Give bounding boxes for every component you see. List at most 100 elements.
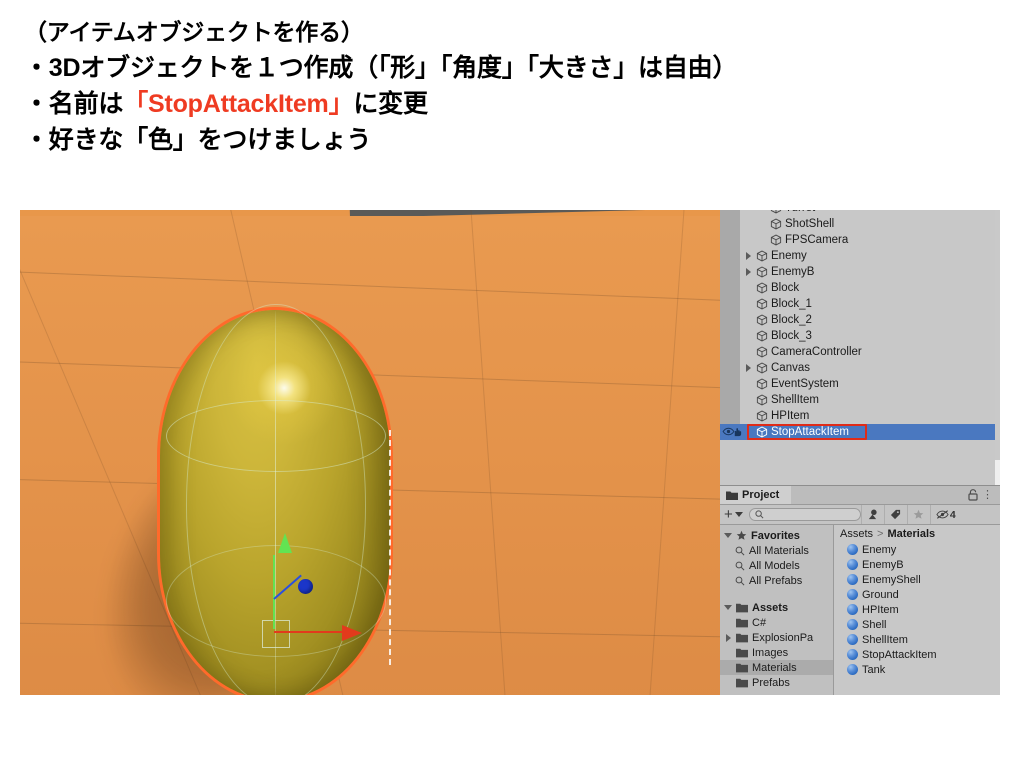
asset-item-label: EnemyShell [862, 573, 921, 586]
hierarchy-item-block_1[interactable]: Block_1 [720, 296, 1000, 312]
scene-view[interactable] [20, 210, 720, 695]
hierarchy-item-label: EventSystem [771, 378, 839, 390]
hierarchy-visibility-gutter [720, 408, 740, 424]
asset-item-hpitem[interactable]: HPItem [834, 602, 1000, 617]
chevron-down-icon[interactable] [734, 512, 743, 517]
disclosure-triangle-icon[interactable] [726, 633, 731, 642]
hierarchy-item-eventsystem[interactable]: EventSystem [720, 376, 1000, 392]
kebab-menu-icon[interactable]: ⋮ [982, 489, 993, 501]
hierarchy-item-stopattackitem[interactable]: StopAttackItem [720, 424, 1000, 440]
hierarchy-visibility-gutter [720, 392, 740, 408]
hierarchy-visibility-gutter [720, 376, 740, 392]
transform-gizmo[interactable] [262, 533, 382, 685]
search-icon-wrap [735, 546, 745, 556]
pickability-hand-icon[interactable] [732, 427, 743, 437]
project-search-field[interactable] [748, 508, 861, 521]
search-by-type-button[interactable] [860, 505, 884, 524]
lock-icon[interactable] [968, 489, 978, 501]
hierarchy-item-fpscamera[interactable]: FPSCamera [720, 232, 1000, 248]
hierarchy-visibility-gutter [720, 312, 740, 328]
breadcrumb-separator: > [877, 527, 884, 540]
add-asset-button[interactable]: + [724, 507, 733, 522]
hierarchy-item-content: Block_2 [756, 314, 812, 326]
asset-item-enemy[interactable]: Enemy [834, 542, 1000, 557]
favorite-button[interactable] [906, 505, 930, 524]
tab-project[interactable]: Project [720, 486, 792, 504]
project-tree-item-all-materials[interactable]: All Materials [720, 543, 833, 558]
material-ball-icon [847, 634, 858, 645]
project-tree[interactable]: Favorites All Materials All Models All Pref… [720, 525, 833, 695]
eye-off-icon [936, 510, 949, 519]
hierarchy-visibility-gutter [720, 424, 743, 440]
hierarchy-panel[interactable]: Turret ShotShell FPSCamera Enemy EnemyB Block… [720, 210, 1000, 485]
disclosure-triangle-icon[interactable] [746, 268, 751, 276]
project-tree-item-all-prefabs[interactable]: All Prefabs [720, 573, 833, 588]
project-tree-item-all-models[interactable]: All Models [720, 558, 833, 573]
hierarchy-visibility-gutter [720, 280, 740, 296]
scrollbar-thumb[interactable] [995, 210, 1000, 460]
hierarchy-item-content: Block_3 [756, 330, 812, 342]
project-tree-item-assets[interactable]: Assets [720, 600, 833, 615]
asset-item-stopattackitem[interactable]: StopAttackItem [834, 647, 1000, 662]
disclosure-triangle-icon[interactable] [724, 533, 732, 538]
hierarchy-visibility-gutter [720, 344, 740, 360]
disclosure-triangle-icon[interactable] [746, 364, 751, 372]
project-tree-item-prefabs[interactable]: Prefabs [720, 675, 833, 690]
hierarchy-item-cameracontroller[interactable]: CameraController [720, 344, 1000, 360]
gizmo-x-axis[interactable] [274, 631, 344, 633]
asset-item-tank[interactable]: Tank [834, 662, 1000, 677]
hierarchy-item-label: HPItem [771, 410, 810, 422]
gizmo-y-axis[interactable] [273, 533, 292, 629]
project-tree-item-explosionpa[interactable]: ExplosionPa [720, 630, 833, 645]
project-tree-item-materials[interactable]: Materials [720, 660, 833, 675]
asset-item-ground[interactable]: Ground [834, 587, 1000, 602]
search-by-label-button[interactable] [883, 505, 907, 524]
hierarchy-item-shotshell[interactable]: ShotShell [720, 216, 1000, 232]
gameobject-cube-icon [756, 282, 768, 294]
hierarchy-item-block[interactable]: Block [720, 280, 1000, 296]
hierarchy-item-enemy[interactable]: Enemy [720, 248, 1000, 264]
hierarchy-item-enemyb[interactable]: EnemyB [720, 264, 1000, 280]
hierarchy-item-hpitem[interactable]: HPItem [720, 408, 1000, 424]
material-ball-icon [847, 559, 858, 570]
hierarchy-item-block_3[interactable]: Block_3 [720, 328, 1000, 344]
project-tree-label: C# [752, 616, 767, 629]
project-tree-label: ExplosionPa [752, 631, 814, 644]
asset-item-shellitem[interactable]: ShellItem [834, 632, 1000, 647]
material-ball-icon [847, 544, 858, 555]
asset-item-label: Ground [862, 588, 899, 601]
hierarchy-visibility-gutter [720, 248, 740, 264]
project-tree-spacer [720, 588, 833, 600]
folder-icon [736, 648, 748, 657]
asset-item-enemyshell[interactable]: EnemyShell [834, 572, 1000, 587]
gizmo-y-arrow-icon[interactable] [278, 533, 292, 553]
disclosure-triangle-icon[interactable] [724, 605, 732, 610]
folder-icon-wrap [736, 633, 748, 643]
project-tree-item-images[interactable]: Images [720, 645, 833, 660]
gizmo-z-handle-icon[interactable] [298, 579, 313, 594]
slide-line-2: ・3Dオブジェクトを１つ作成（「形」「角度」「大きさ」は自由） [24, 54, 738, 82]
hierarchy-item-canvas[interactable]: Canvas [720, 360, 1000, 376]
project-tree-item-c-[interactable]: C# [720, 615, 833, 630]
project-tree-item-favorites[interactable]: Favorites [720, 528, 833, 543]
tag-icon [891, 509, 901, 520]
hierarchy-item-content: EventSystem [756, 378, 839, 390]
gameobject-cube-icon [770, 218, 782, 230]
gizmo-x-arrow-icon[interactable] [342, 625, 362, 641]
wireframe-top-ring [166, 400, 386, 472]
asset-item-shell[interactable]: Shell [834, 617, 1000, 632]
hierarchy-item-block_2[interactable]: Block_2 [720, 312, 1000, 328]
asset-item-enemyb[interactable]: EnemyB [834, 557, 1000, 572]
hierarchy-item-shellitem[interactable]: ShellItem [720, 392, 1000, 408]
breadcrumb-root[interactable]: Assets [840, 528, 873, 540]
annotation-highlight-box [747, 424, 867, 440]
hierarchy-item-content: EnemyB [756, 266, 814, 278]
asset-list[interactable]: Enemy EnemyB EnemyShell Ground HPItem Shell Sh… [834, 542, 1000, 677]
gizmo-center-handle[interactable] [262, 620, 290, 648]
gameobject-cube-icon [756, 330, 768, 342]
disclosure-triangle-icon[interactable] [746, 252, 751, 260]
asset-item-label: StopAttackItem [862, 648, 937, 661]
hierarchy-item-label: ShotShell [785, 218, 835, 230]
project-asset-grid[interactable]: Assets > Materials Enemy EnemyB EnemyShell… [833, 525, 1000, 695]
hidden-assets-button[interactable]: 4 [929, 505, 961, 524]
